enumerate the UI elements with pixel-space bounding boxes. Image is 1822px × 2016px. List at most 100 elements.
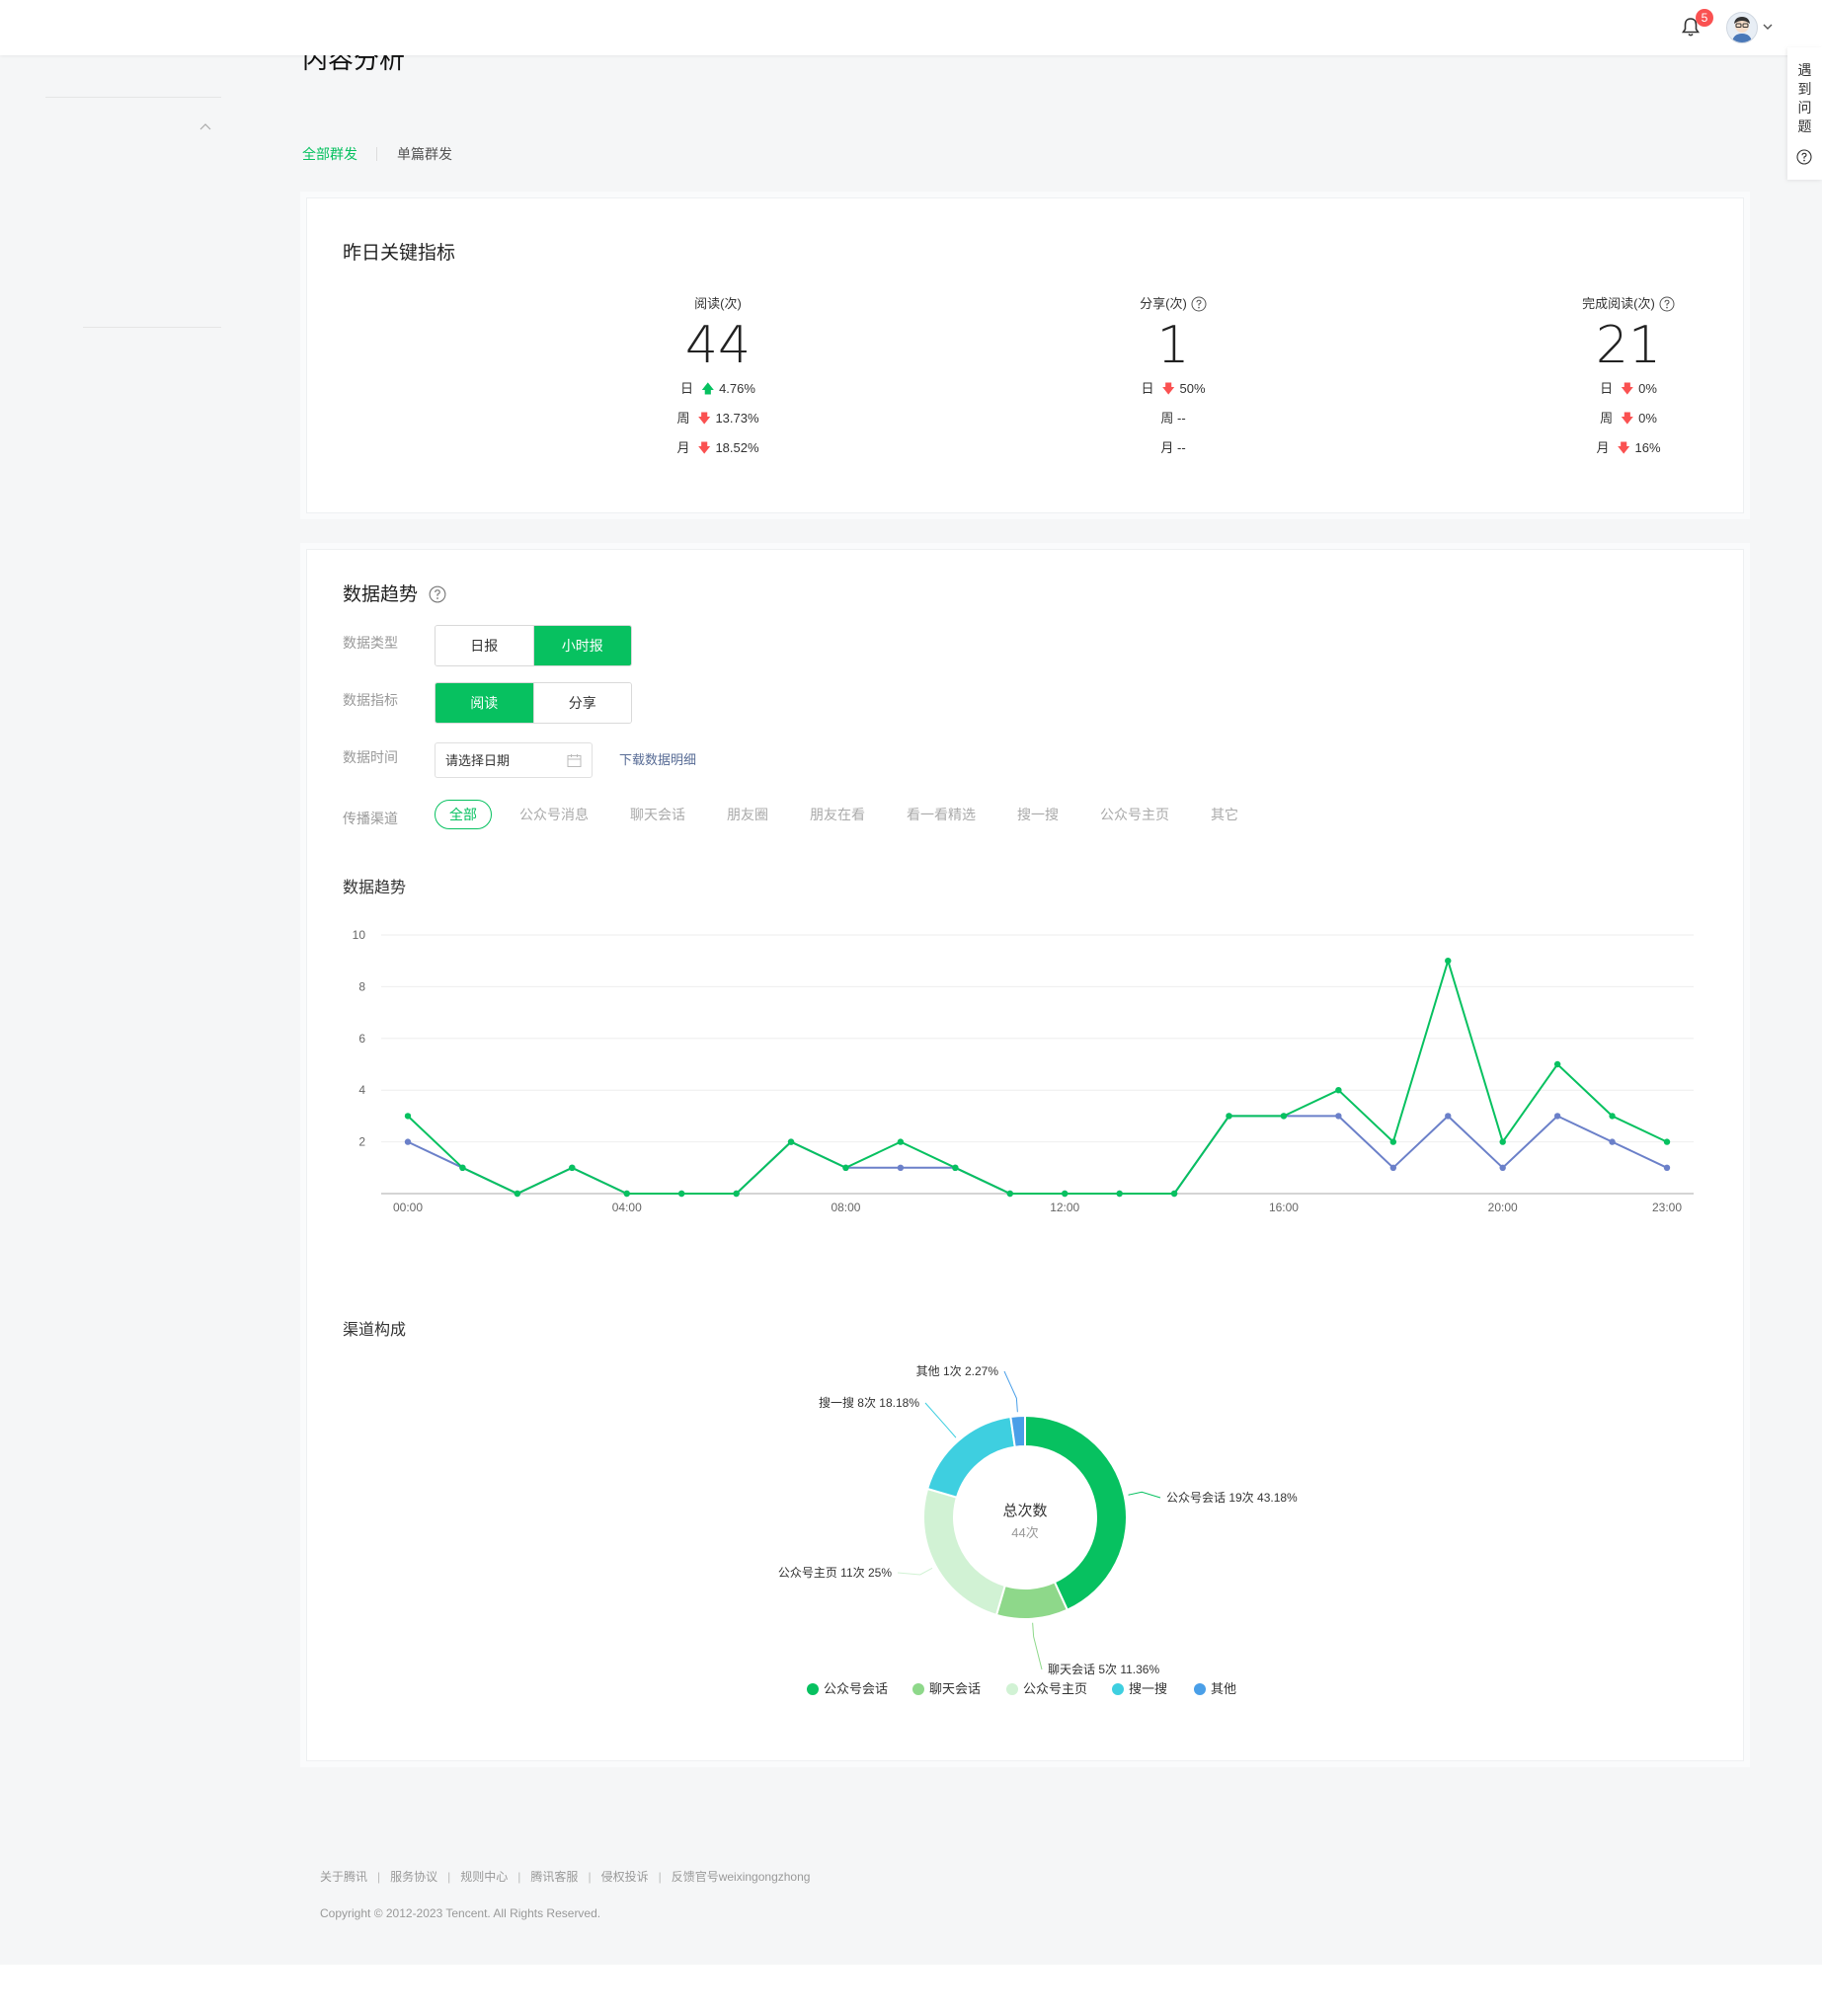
data-point <box>897 1138 905 1145</box>
chevron-down-icon[interactable] <box>1762 21 1774 33</box>
change-value: 0% <box>1638 411 1657 426</box>
arrow-down-icon: 🡇 <box>697 411 711 426</box>
y-tick-label: 4 <box>358 1083 365 1097</box>
data-point <box>1445 958 1452 965</box>
key-metrics-title: 昨日关键指标 <box>343 243 456 264</box>
y-tick-label: 8 <box>358 979 365 993</box>
pie-slice <box>994 1581 1069 1620</box>
help-side-tab[interactable]: 遇到问题 <box>1787 47 1822 180</box>
channel-official-message[interactable]: 公众号消息 <box>519 800 589 829</box>
pie-label: 其他 1次 2.27% <box>916 1364 999 1378</box>
legend-swatch <box>1194 1683 1206 1695</box>
period-label: 周 <box>1160 411 1174 426</box>
channel-all[interactable]: 全部 <box>435 800 492 829</box>
legend-swatch <box>1006 1683 1018 1695</box>
y-tick-label: 10 <box>353 928 366 942</box>
tab-single-broadcast[interactable]: 单篇群发 <box>397 142 452 166</box>
data-point <box>1663 1138 1671 1145</box>
footer-link[interactable]: 侵权投诉 <box>601 1870 649 1884</box>
pie-label-line <box>1032 1622 1043 1670</box>
data-point <box>1609 1138 1616 1145</box>
question-icon[interactable] <box>429 585 446 603</box>
x-tick-label: 23:00 <box>1652 1201 1682 1214</box>
data-point <box>1335 1113 1342 1120</box>
x-tick-label: 08:00 <box>831 1201 860 1214</box>
data-point <box>952 1164 959 1171</box>
data-point <box>404 1138 412 1145</box>
chevron-up-icon[interactable] <box>198 120 212 134</box>
channel-search[interactable]: 搜一搜 <box>1017 800 1059 829</box>
download-detail-link[interactable]: 下载数据明细 <box>619 749 696 768</box>
footer-separator: | <box>588 1870 592 1884</box>
data-point <box>787 1138 795 1145</box>
data-point <box>404 1113 412 1120</box>
tab-all-broadcast[interactable]: 全部群发 <box>302 142 357 166</box>
question-icon[interactable] <box>1659 296 1675 312</box>
footer-link[interactable]: 规则中心 <box>460 1870 508 1884</box>
data-point <box>1553 1060 1561 1068</box>
footer-separator: | <box>517 1870 521 1884</box>
data-point <box>1226 1113 1232 1120</box>
y-tick-label: 2 <box>358 1135 365 1149</box>
read-metric-button[interactable]: 阅读 <box>436 683 533 723</box>
hourly-report-button[interactable]: 小时报 <box>532 626 631 665</box>
help-label: 遇到问题 <box>1787 61 1822 136</box>
legend-label: 公众号会话 <box>824 1681 888 1696</box>
legend-swatch <box>1112 1683 1124 1695</box>
footer-link[interactable]: 关于腾讯 <box>320 1870 367 1884</box>
period-label: 月 <box>1160 440 1174 455</box>
kpi-value: 21 <box>1595 316 1662 375</box>
change-value: 4.76% <box>719 381 755 396</box>
channel-friends-watching[interactable]: 朋友在看 <box>810 800 865 829</box>
kpi-row-day: 日 🡇 0% <box>1480 380 1777 398</box>
channel-moments[interactable]: 朋友圈 <box>727 800 768 829</box>
data-point <box>1499 1138 1506 1145</box>
footer-link[interactable]: 反馈官号weixingongzhong <box>672 1870 811 1884</box>
footer-link[interactable]: 服务协议 <box>390 1870 437 1884</box>
data-type-toggle: 日报 小时报 <box>435 625 632 666</box>
arrow-down-icon: 🡇 <box>1161 381 1175 396</box>
arrow-down-icon: 🡇 <box>697 440 711 455</box>
share-metric-button[interactable]: 分享 <box>532 683 631 723</box>
data-point <box>1553 1113 1561 1120</box>
kpi-row-week: 周 🡇 0% <box>1480 410 1777 427</box>
channel-other[interactable]: 其它 <box>1211 800 1238 829</box>
trend-chart-title: 数据趋势 <box>343 880 407 896</box>
notification-badge: 5 <box>1696 9 1713 27</box>
help-label-char: 问 <box>1797 100 1812 116</box>
data-point <box>514 1190 521 1198</box>
y-tick-label: 6 <box>358 1032 365 1046</box>
data-point <box>1335 1087 1342 1094</box>
arrow-up-icon: 🡅 <box>701 381 715 396</box>
footer-separator: | <box>377 1870 381 1884</box>
data-point <box>1062 1190 1069 1198</box>
series-line <box>407 957 1668 1196</box>
question-icon[interactable] <box>1191 296 1207 312</box>
arrow-down-icon: 🡇 <box>1621 411 1634 426</box>
change-value: 0% <box>1638 381 1657 396</box>
top-bar: 5 <box>0 0 1822 55</box>
pie-label: 聊天会话 5次 11.36% <box>1048 1663 1159 1676</box>
period-label: 日 <box>1600 381 1614 396</box>
period-label: 周 <box>1600 411 1614 426</box>
pie-label: 搜一搜 8次 18.18% <box>819 1395 919 1410</box>
channel-profile-page[interactable]: 公众号主页 <box>1100 800 1169 829</box>
data-trend-card: 数据趋势 数据类型 日报 小时报 数据指标 阅读 分享 数据时间 请选择日期 下… <box>306 549 1744 1761</box>
channel-top-stories[interactable]: 看一看精选 <box>907 800 976 829</box>
date-picker-input[interactable]: 请选择日期 <box>435 742 593 778</box>
avatar[interactable] <box>1726 12 1758 43</box>
trend-title: 数据趋势 <box>343 580 446 606</box>
footer-link[interactable]: 腾讯客服 <box>530 1870 578 1884</box>
help-label-char: 到 <box>1797 81 1812 97</box>
arrow-down-icon: 🡇 <box>1617 440 1630 455</box>
trend-line-chart: 2 4 6 8 10 00:00 04:00 08:00 12:00 16:00 20:00 23:0… <box>353 928 1694 1214</box>
daily-report-button[interactable]: 日报 <box>436 626 533 665</box>
data-point <box>842 1164 849 1171</box>
kpi-label-text: 分享(次) <box>1140 296 1187 311</box>
period-label: 月 <box>676 440 690 455</box>
pie-label-line <box>897 1567 933 1576</box>
channel-chat[interactable]: 聊天会话 <box>630 800 685 829</box>
kpi-row-day: 日 🡇 50% <box>1025 380 1321 398</box>
pie-label: 公众号会话 19次 43.18% <box>1166 1491 1298 1505</box>
kpi-label: 分享(次) <box>1025 293 1321 312</box>
